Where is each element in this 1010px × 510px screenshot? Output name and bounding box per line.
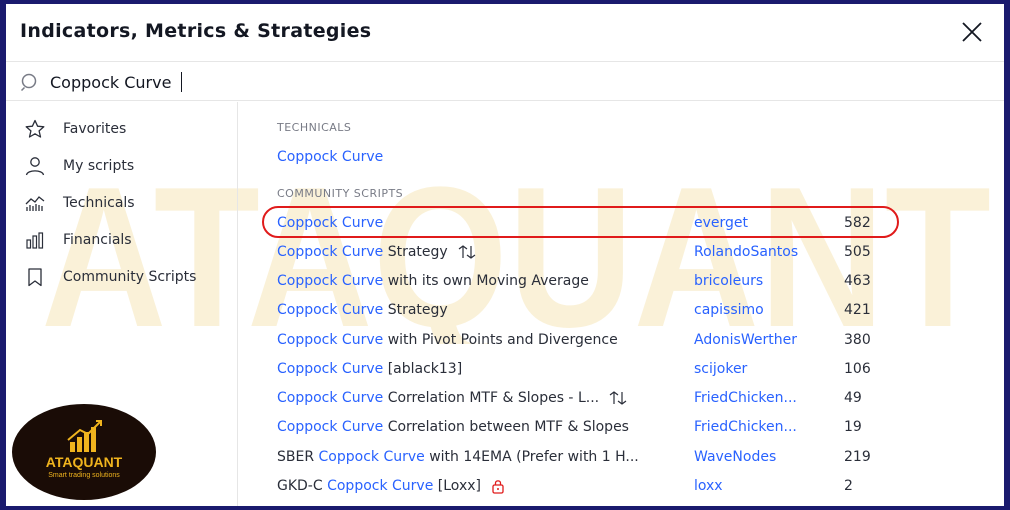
sidebar-item-label: Technicals	[63, 195, 135, 211]
script-author[interactable]: FriedChicken...	[694, 419, 797, 435]
sidebar-item-label: My scripts	[63, 158, 135, 174]
technicals-icon	[25, 196, 45, 211]
script-likes: 19	[844, 419, 862, 435]
script-name: Coppock Curve with its own Moving Averag…	[277, 273, 589, 289]
script-likes: 219	[844, 449, 871, 465]
script-name: GKD-C Coppock Curve [Loxx]	[277, 478, 505, 494]
script-author[interactable]: loxx	[694, 478, 723, 494]
script-name: Coppock Curve Correlation between MTF & …	[277, 419, 629, 435]
script-author[interactable]: scijoker	[694, 361, 747, 377]
script-name: Coppock Curve with Pivot Points and Dive…	[277, 332, 618, 348]
table-row[interactable]: Coppock Curve with its own Moving Averag…	[269, 267, 909, 295]
search-icon	[20, 73, 37, 92]
ataquant-logo: ATAQUANT Smart trading solutions	[10, 402, 158, 502]
table-row[interactable]: Coppock Curve Correlation between MTF & …	[269, 413, 909, 441]
list-item[interactable]: Coppock Curve	[269, 143, 909, 171]
table-row[interactable]: Coppock Curve with Pivot Points and Dive…	[269, 326, 909, 354]
logo-name: ATAQUANT	[45, 454, 123, 470]
table-row[interactable]: Coppock Curve everget 582	[269, 209, 909, 237]
script-name: Coppock Curve Strategy	[277, 302, 448, 318]
script-likes: 582	[844, 215, 871, 231]
dialog-header: Indicators, Metrics & Strategies	[6, 4, 1004, 62]
dialog-title: Indicators, Metrics & Strategies	[20, 20, 372, 42]
script-name: Coppock Curve [ablack13]	[277, 361, 463, 377]
logo-chart-icon	[67, 420, 102, 452]
search-bar	[6, 63, 1004, 101]
section-header-technicals: TECHNICALS	[277, 121, 352, 134]
section-header-community: COMMUNITY SCRIPTS	[277, 187, 404, 200]
script-author[interactable]: capissimo	[694, 302, 764, 318]
script-likes: 49	[844, 390, 862, 406]
sidebar-item-label: Favorites	[63, 121, 127, 137]
sidebar-item-my-scripts[interactable]: My scripts	[6, 149, 238, 183]
script-author[interactable]: AdonisWerther	[694, 332, 797, 348]
sidebar-item-label: Community Scripts	[63, 269, 197, 285]
script-likes: 463	[844, 273, 871, 289]
text-caret	[181, 72, 182, 92]
sidebar-item-financials[interactable]: Financials	[6, 223, 238, 257]
script-likes: 421	[844, 302, 871, 318]
table-row[interactable]: GKD-C Coppock Curve [Loxx] loxx 2	[269, 472, 909, 500]
table-row[interactable]: Coppock Curve Strategy capissimo 421	[269, 296, 909, 324]
close-icon	[962, 22, 982, 42]
search-input[interactable]	[50, 69, 550, 95]
table-row[interactable]: Coppock Curve Correlation MTF & Slopes -…	[269, 384, 909, 412]
bookmark-icon	[28, 268, 42, 287]
script-author[interactable]: RolandoSantos	[694, 244, 798, 260]
logo-tagline: Smart trading solutions	[48, 472, 120, 479]
table-row[interactable]: Coppock Curve Strategy RolandoSantos 505	[269, 238, 909, 266]
lock-icon	[492, 479, 504, 494]
script-likes: 106	[844, 361, 871, 377]
table-row[interactable]: Coppock Curve [ablack13] scijoker 106	[269, 355, 909, 383]
sidebar-item-favorites[interactable]: Favorites	[6, 112, 238, 146]
script-name: Coppock Curve Correlation MTF & Slopes -…	[277, 390, 627, 406]
script-name: Coppock Curve	[277, 149, 384, 165]
script-name: Coppock Curve Strategy	[277, 244, 476, 260]
script-likes: 2	[844, 478, 853, 494]
script-author[interactable]: bricoleurs	[694, 273, 763, 289]
sidebar-item-technicals[interactable]: Technicals	[6, 186, 238, 220]
results-panel: TECHNICALS Coppock Curve COMMUNITY SCRIP…	[239, 102, 1004, 506]
script-name: SBER Coppock Curve with 14EMA (Prefer wi…	[277, 449, 639, 465]
script-author[interactable]: WaveNodes	[694, 449, 776, 465]
script-author[interactable]: FriedChicken...	[694, 390, 797, 406]
star-icon	[25, 119, 45, 138]
bar-chart-icon	[26, 232, 44, 249]
sidebar-item-label: Financials	[63, 232, 132, 248]
strategy-icon	[609, 391, 627, 405]
script-author[interactable]: everget	[694, 215, 748, 231]
sidebar-item-community-scripts[interactable]: Community Scripts	[6, 260, 238, 294]
table-row[interactable]: SBER Coppock Curve with 14EMA (Prefer wi…	[269, 443, 909, 471]
close-button[interactable]	[960, 20, 984, 44]
script-likes: 380	[844, 332, 871, 348]
script-likes: 505	[844, 244, 871, 260]
strategy-icon	[458, 245, 476, 259]
user-icon	[25, 157, 45, 176]
script-name: Coppock Curve	[277, 215, 384, 231]
